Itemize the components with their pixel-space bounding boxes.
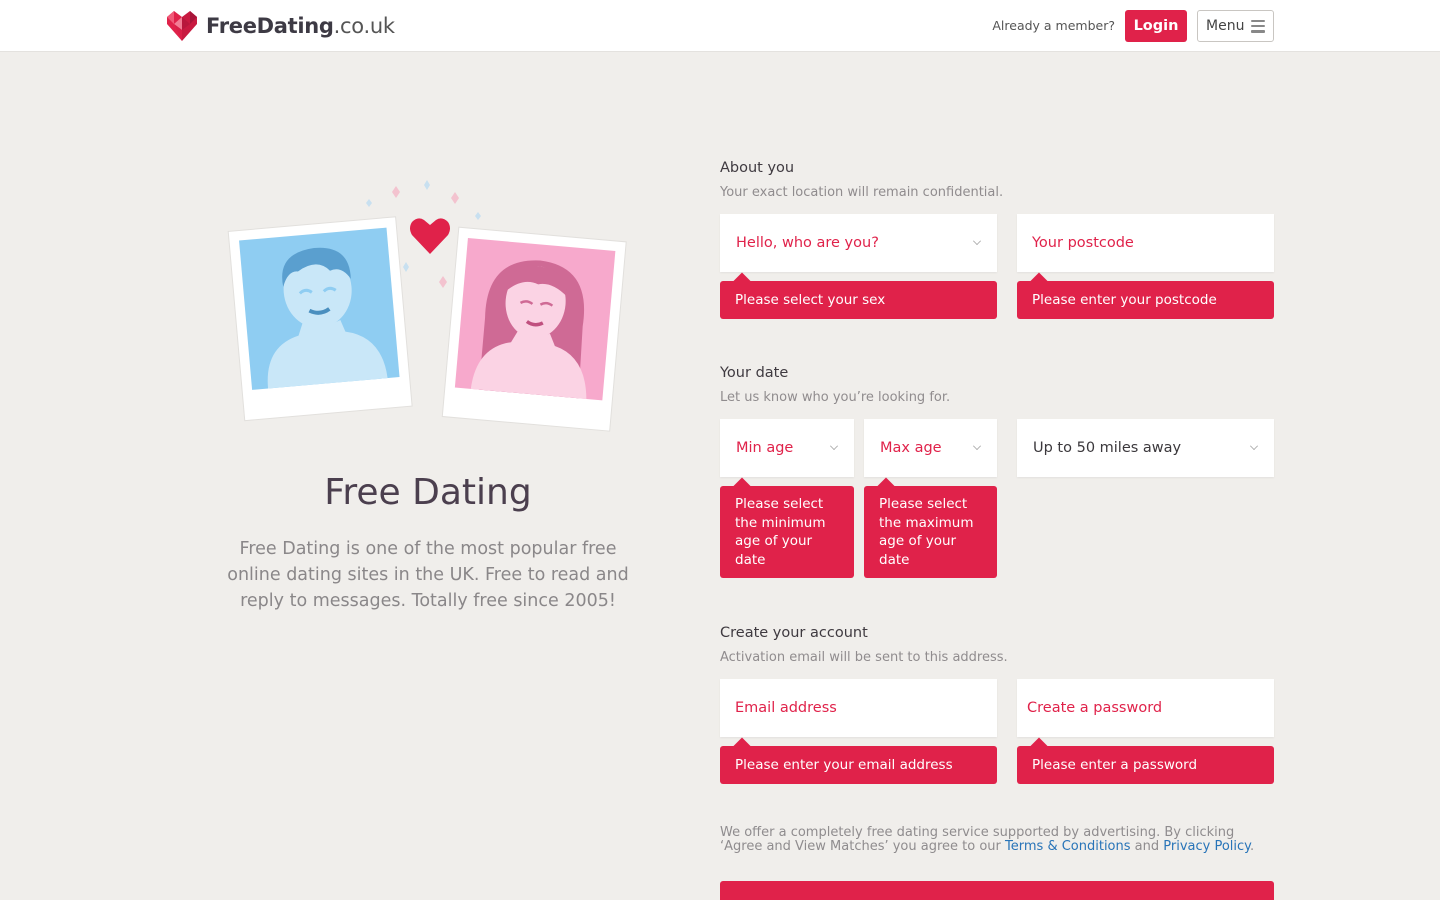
- already-member-text: Already a member?: [992, 18, 1115, 33]
- site-logo[interactable]: FreeDating.co.uk: [165, 10, 395, 42]
- min-age-label: Min age: [736, 440, 794, 456]
- distance-value: Up to 50 miles away: [1033, 440, 1182, 456]
- create-account-subtitle: Activation email will be sent to this ad…: [720, 650, 1008, 665]
- heart-icon: [410, 218, 450, 254]
- password-input[interactable]: Create a password: [1017, 679, 1274, 737]
- max-age-select[interactable]: Max age: [864, 419, 997, 477]
- your-date-title: Your date: [720, 365, 789, 381]
- terms-link[interactable]: Terms & Conditions: [1005, 839, 1131, 854]
- woman-polaroid: [441, 226, 627, 432]
- postcode-input[interactable]: Your postcode: [1017, 214, 1274, 272]
- min-age-error: Please select the minimum age of your da…: [720, 486, 854, 578]
- password-placeholder: Create a password: [1027, 700, 1163, 716]
- chevron-down-icon: [1250, 442, 1258, 450]
- create-account-title: Create your account: [720, 625, 868, 641]
- agree-view-matches-button[interactable]: [720, 881, 1274, 900]
- privacy-link[interactable]: Privacy Policy: [1163, 839, 1250, 854]
- site-logo-text: FreeDating.co.uk: [206, 14, 395, 38]
- sex-error: Please select your sex: [720, 281, 997, 319]
- heart-logo-icon: [167, 11, 197, 41]
- menu-button[interactable]: Menu: [1197, 10, 1274, 42]
- sex-select[interactable]: Hello, who are you?: [720, 214, 997, 272]
- legal-notice: We offer a completely free dating servic…: [720, 825, 1255, 854]
- password-error: Please enter a password: [1017, 746, 1274, 784]
- menu-label: Menu: [1206, 18, 1245, 34]
- hamburger-icon: [1251, 19, 1266, 33]
- about-you-title: About you: [720, 160, 795, 176]
- max-age-error: Please select the maximum age of your da…: [864, 486, 997, 578]
- chevron-down-icon: [830, 442, 838, 450]
- email-input[interactable]: Email address: [720, 679, 997, 737]
- sex-select-label: Hello, who are you?: [736, 235, 879, 251]
- chevron-down-icon: [973, 442, 981, 450]
- site-header: FreeDating.co.uk Already a member? Login…: [0, 0, 1440, 52]
- your-date-subtitle: Let us know who you’re looking for.: [720, 390, 951, 405]
- couple-polaroids-illustration: [227, 180, 627, 432]
- man-polaroid: [227, 216, 413, 422]
- chevron-down-icon: [973, 237, 981, 245]
- distance-select[interactable]: Up to 50 miles away: [1017, 419, 1274, 477]
- hero-title: Free Dating: [324, 472, 532, 513]
- hero-description: Free Dating is one of the most popular f…: [227, 539, 629, 611]
- max-age-label: Max age: [880, 440, 942, 456]
- min-age-select[interactable]: Min age: [720, 419, 854, 477]
- postcode-placeholder: Your postcode: [1032, 235, 1134, 251]
- postcode-error: Please enter your postcode: [1017, 281, 1274, 319]
- about-you-subtitle: Your exact location will remain confiden…: [720, 185, 1004, 200]
- email-placeholder: Email address: [735, 700, 837, 716]
- login-button[interactable]: Login: [1125, 10, 1187, 42]
- email-error: Please enter your email address: [720, 746, 997, 784]
